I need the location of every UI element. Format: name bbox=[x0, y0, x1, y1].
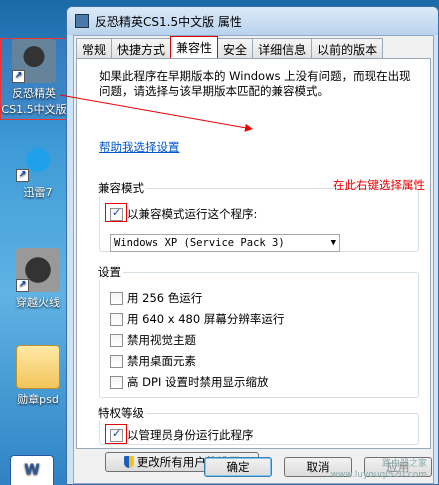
compatibility-description: 如果此程序在早期版本的 Windows 上没有问题，而现在出现问题，请选择与该早… bbox=[99, 69, 411, 98]
settings-group: 设置 用 256 色运行 用 640 x 480 屏幕分辨率运行 禁用视觉主题 … bbox=[98, 264, 419, 398]
privilege-legend: 特权等级 bbox=[98, 406, 144, 420]
checkbox[interactable] bbox=[110, 354, 123, 368]
run-as-admin-label: 以管理员身份运行此程序 bbox=[127, 428, 254, 442]
desktop-icon-cs[interactable]: ↗ 反恐精英CS1.5中文版 bbox=[0, 38, 68, 120]
option-label: 用 256 色运行 bbox=[127, 291, 203, 305]
option-label: 用 640 x 480 屏幕分辨率运行 bbox=[127, 312, 285, 326]
run-as-admin-row[interactable]: 以管理员身份运行此程序 bbox=[110, 427, 254, 443]
checkbox[interactable] bbox=[110, 333, 123, 347]
highlight-box bbox=[105, 203, 127, 222]
tab-compatibility[interactable]: 兼容性 bbox=[170, 36, 219, 58]
desktop-icon-label: 勋章psd bbox=[17, 393, 59, 406]
crossfire-icon: ↗ bbox=[16, 248, 60, 292]
compat-os-value: Windows XP (Service Pack 3) bbox=[114, 237, 285, 249]
tab-details[interactable]: 详细信息 bbox=[252, 38, 313, 58]
tab-previous-versions[interactable]: 以前的版本 bbox=[311, 38, 384, 58]
compatibility-panel: 如果此程序在早期版本的 Windows 上没有问题，而现在出现问题，请选择与该早… bbox=[76, 58, 431, 472]
folder-icon bbox=[16, 345, 60, 389]
desktop-icon-crossfire[interactable]: ↗ 穿越火线 bbox=[4, 248, 72, 310]
word-document-icon: W bbox=[10, 455, 54, 485]
option-label: 禁用视觉主题 bbox=[127, 333, 196, 347]
settings-legend: 设置 bbox=[98, 265, 121, 279]
shortcut-arrow-icon: ↗ bbox=[12, 70, 25, 83]
counter-strike-icon: ↗ bbox=[12, 39, 56, 83]
desktop-icon-label: 反恐精英CS1.5中文版 bbox=[1, 87, 67, 116]
desktop-icon-folder[interactable]: 勋章psd bbox=[4, 345, 72, 407]
app-icon bbox=[75, 14, 89, 28]
option-label: 禁用桌面元素 bbox=[127, 354, 196, 368]
option-256-colors[interactable]: 用 256 色运行 bbox=[110, 290, 202, 306]
watermark: 路由器之家 www.luyouqi520.com bbox=[331, 459, 427, 481]
option-640x480[interactable]: 用 640 x 480 屏幕分辨率运行 bbox=[110, 311, 284, 327]
desktop-icon-xunlei[interactable]: ↗ 迅雷7 bbox=[4, 138, 72, 200]
option-disable-desktop-composition[interactable]: 禁用桌面元素 bbox=[110, 353, 196, 369]
tab-shortcut[interactable]: 快捷方式 bbox=[111, 38, 172, 58]
compat-mode-label: 以兼容模式运行这个程序: bbox=[127, 207, 258, 221]
shortcut-arrow-icon: ↗ bbox=[16, 169, 29, 182]
watermark-line2: www.luyouqi520.com bbox=[330, 470, 427, 480]
compat-mode-legend: 兼容模式 bbox=[98, 181, 144, 195]
privilege-group: 特权等级 以管理员身份运行此程序 bbox=[98, 405, 419, 445]
desktop-icon-word[interactable]: W bbox=[10, 455, 54, 485]
checkbox[interactable] bbox=[110, 291, 123, 305]
title-bar[interactable]: 反恐精英CS1.5中文版 属性 bbox=[67, 7, 438, 35]
ok-button[interactable]: 确定 bbox=[204, 457, 272, 477]
checkbox[interactable] bbox=[110, 375, 123, 389]
uac-shield-icon bbox=[123, 456, 134, 468]
dialog-body: 常规 快捷方式 兼容性 安全 详细信息 以前的版本 如果此程序在早期版本的 Wi… bbox=[73, 35, 434, 484]
window-title: 反恐精英CS1.5中文版 属性 bbox=[95, 14, 242, 29]
properties-window: 反恐精英CS1.5中文版 属性 常规 快捷方式 兼容性 安全 详细信息 以前的版… bbox=[66, 6, 439, 485]
compat-os-dropdown[interactable]: Windows XP (Service Pack 3) ▼ bbox=[110, 234, 340, 252]
option-disable-visual-themes[interactable]: 禁用视觉主题 bbox=[110, 332, 196, 348]
compat-mode-checkbox-row[interactable]: 以兼容模式运行这个程序: bbox=[110, 206, 257, 222]
highlight-box bbox=[105, 424, 127, 444]
help-choose-settings-link[interactable]: 帮助我选择设置 bbox=[99, 139, 180, 155]
option-disable-dpi-scaling[interactable]: 高 DPI 设置时禁用显示缩放 bbox=[110, 374, 269, 390]
xunlei-bird-icon: ↗ bbox=[16, 138, 60, 182]
tab-general[interactable]: 常规 bbox=[76, 38, 113, 58]
tab-security[interactable]: 安全 bbox=[217, 38, 254, 58]
desktop-icon-label: 穿越火线 bbox=[16, 296, 60, 309]
desktop-icon-label: 迅雷7 bbox=[23, 186, 53, 199]
watermark-line1: 路由器之家 bbox=[381, 459, 427, 469]
shortcut-arrow-icon: ↗ bbox=[16, 279, 29, 292]
option-label: 高 DPI 设置时禁用显示缩放 bbox=[127, 375, 269, 389]
checkbox[interactable] bbox=[110, 312, 123, 326]
tab-strip: 常规 快捷方式 兼容性 安全 详细信息 以前的版本 bbox=[74, 36, 433, 58]
chevron-down-icon: ▼ bbox=[330, 238, 336, 248]
annotation-text: 在此右键选择属性 bbox=[333, 178, 425, 192]
